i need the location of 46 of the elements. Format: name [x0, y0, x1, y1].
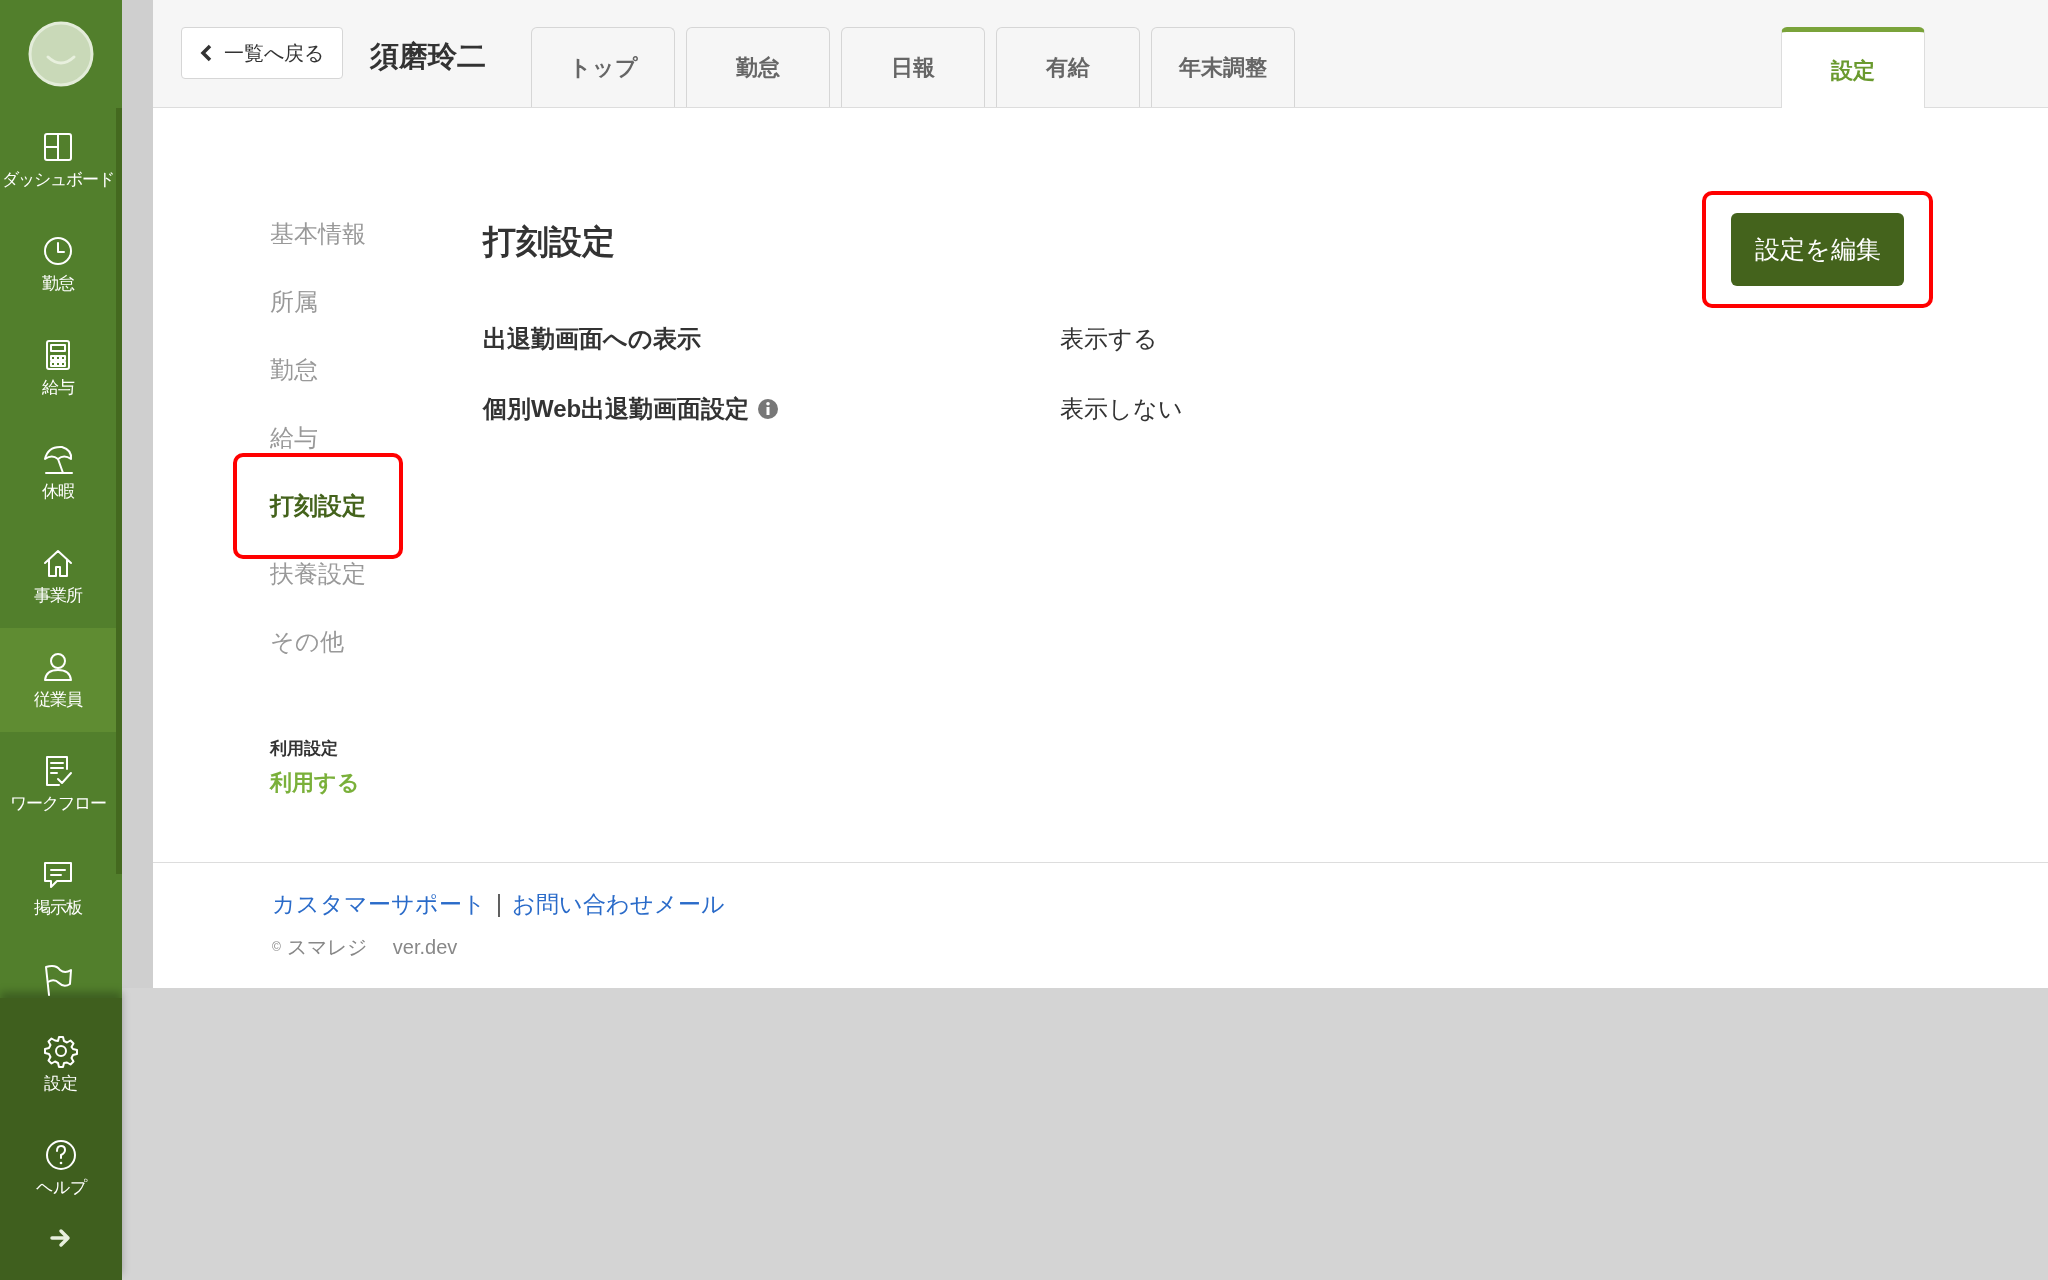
settings-nav-item[interactable]: その他	[270, 626, 344, 658]
settings-nav-item[interactable]: 所属	[270, 286, 318, 318]
info-icon[interactable]	[757, 398, 780, 420]
sidebar-item[interactable]: ダッシュボード	[0, 108, 116, 212]
usage-label: 利用設定	[270, 738, 339, 760]
sidebar-item[interactable]: 掲示板	[0, 836, 116, 940]
sidebar-item[interactable]: 設定	[0, 1012, 122, 1116]
arrow-right-icon[interactable]	[50, 1228, 72, 1248]
sidebar-item[interactable]: 休暇	[0, 420, 116, 524]
edit-settings-button[interactable]: 設定を編集	[1731, 213, 1904, 286]
tab[interactable]: トップ	[531, 27, 675, 107]
company-name: スマレジ	[286, 934, 367, 960]
settings-icon	[43, 1033, 79, 1069]
tab[interactable]: 設定	[1781, 27, 1925, 108]
copyright-mark: ©	[272, 938, 281, 956]
sidebar-item[interactable]: ヘルプ	[0, 1116, 122, 1220]
employee-name: 須磨玲二	[370, 39, 486, 74]
avatar[interactable]	[28, 21, 94, 87]
settings-nav-item[interactable]: 打刻設定	[233, 453, 403, 559]
sidebar-item[interactable]: 従業員	[0, 628, 116, 732]
footer-link[interactable]: カスタマーサポート	[272, 887, 486, 922]
settings-nav-item[interactable]: 勤怠	[270, 354, 318, 386]
tab[interactable]: 日報	[841, 27, 985, 107]
version-text: ver.dev	[392, 934, 458, 960]
sidebar-item[interactable]: 事業所	[0, 524, 116, 628]
setting-label: 出退勤画面への表示	[483, 324, 701, 354]
sidebar-item[interactable]: ワークフロー	[0, 732, 116, 836]
footer-link[interactable]: お問い合わせメール	[512, 887, 725, 922]
back-button[interactable]: 一覧へ戻る	[181, 27, 343, 79]
sidebar-item[interactable]: 給与	[0, 316, 116, 420]
sidebar-item[interactable]: 勤怠	[0, 212, 116, 316]
page-title: 打刻設定	[483, 222, 615, 262]
chevron-left-icon	[200, 44, 212, 62]
tab[interactable]: 勤怠	[686, 27, 830, 107]
help-icon	[43, 1137, 79, 1173]
settings-nav-item[interactable]: 基本情報	[270, 218, 366, 250]
tab[interactable]: 年末調整	[1151, 27, 1295, 107]
settings-nav-item[interactable]: 扶養設定	[270, 558, 366, 590]
usage-value: 利用する	[270, 768, 361, 797]
tab[interactable]: 有給	[996, 27, 1140, 107]
setting-value: 表示する	[1060, 324, 1158, 354]
scrollbar[interactable]	[116, 108, 122, 874]
settings-nav-item[interactable]: 給与	[270, 422, 318, 454]
separator-text: |	[496, 890, 502, 919]
setting-value: 表示しない	[1060, 394, 1183, 424]
setting-label: 個別Web出退勤画面設定	[483, 394, 750, 424]
